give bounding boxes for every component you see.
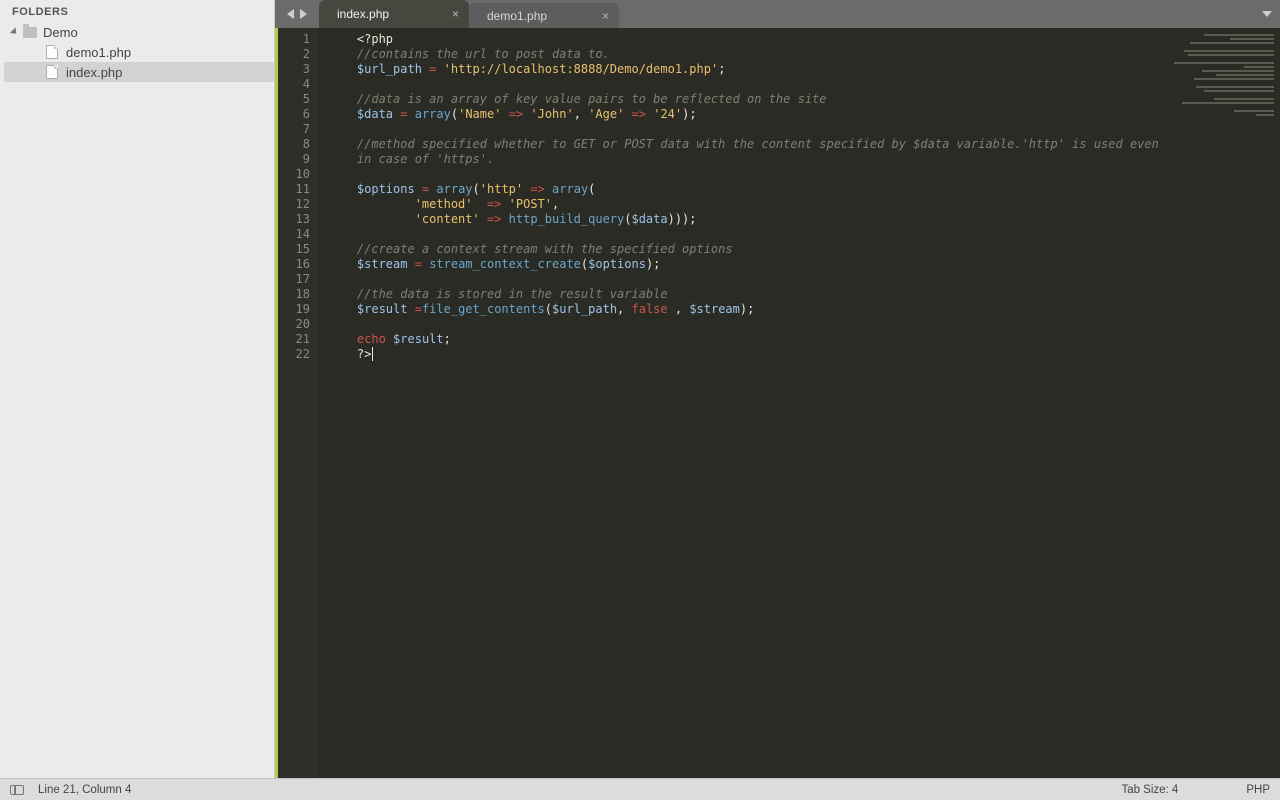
code-editor[interactable]: <?php //contains the url to post data to…: [318, 28, 1170, 778]
tree-file[interactable]: demo1.php: [4, 42, 274, 62]
tree-file[interactable]: index.php: [4, 62, 274, 82]
status-bar: Line 21, Column 4 Tab Size: 4 PHP: [0, 778, 1280, 800]
tab-label: demo1.php: [487, 9, 547, 23]
chevron-down-icon: [10, 27, 19, 36]
language-mode[interactable]: PHP: [1246, 784, 1270, 796]
nav-back-icon[interactable]: [287, 9, 294, 19]
file-label: index.php: [66, 65, 122, 80]
line-gutter[interactable]: 12345678910111213141516171819202122: [278, 28, 318, 778]
panel-toggle-icon[interactable]: [10, 785, 24, 795]
tab-menu-icon[interactable]: [1262, 11, 1272, 17]
nav-forward-icon[interactable]: [300, 9, 307, 19]
tab[interactable]: demo1.php ×: [469, 3, 619, 28]
tab-label: index.php: [337, 7, 389, 21]
folder-label: Demo: [43, 25, 78, 40]
file-label: demo1.php: [66, 45, 131, 60]
tab-size[interactable]: Tab Size: 4: [1121, 784, 1178, 796]
folder-tree: Demo demo1.php index.php: [0, 22, 274, 82]
sidebar: FOLDERS Demo demo1.php index.php: [0, 0, 275, 778]
code-area: 12345678910111213141516171819202122 <?ph…: [275, 28, 1280, 778]
close-icon[interactable]: ×: [452, 7, 459, 21]
file-icon: [46, 45, 58, 59]
tab-active[interactable]: index.php ×: [319, 0, 469, 28]
sidebar-header: FOLDERS: [0, 0, 274, 22]
tab-bar: index.php × demo1.php ×: [275, 0, 1280, 28]
folder-icon: [23, 27, 37, 38]
close-icon[interactable]: ×: [602, 9, 609, 23]
editor-panel: index.php × demo1.php × 1234567891011121314…: [275, 0, 1280, 778]
cursor-position[interactable]: Line 21, Column 4: [38, 784, 131, 796]
minimap[interactable]: [1170, 28, 1280, 778]
tree-folder-demo[interactable]: Demo: [4, 22, 274, 42]
main: FOLDERS Demo demo1.php index.php index.ph…: [0, 0, 1280, 778]
tab-nav: [275, 0, 319, 28]
file-icon: [46, 65, 58, 79]
